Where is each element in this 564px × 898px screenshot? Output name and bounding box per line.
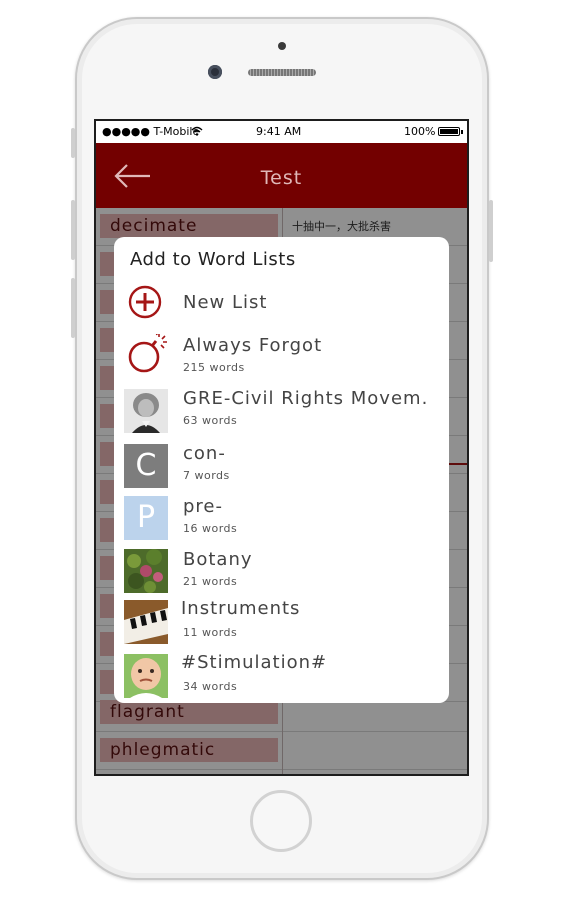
list-item-con[interactable]: C con- 7 words (114, 442, 449, 490)
battery-icon (438, 127, 460, 136)
page-title: Test (260, 167, 303, 189)
nav-bar: Test (96, 143, 467, 208)
proximity-sensor (278, 42, 286, 50)
letter-p-thumbnail: P (124, 496, 168, 540)
volume-up-button (71, 200, 75, 260)
mute-switch (71, 128, 75, 158)
list-name: Botany (183, 549, 253, 570)
list-word-count: 21 words (183, 575, 238, 588)
battery-percent: 100% (404, 125, 436, 138)
list-item-botany[interactable]: Botany 21 words (114, 548, 449, 596)
list-word-count: 63 words (183, 414, 238, 427)
battery-tip (461, 130, 463, 134)
list-word-count: 34 words (183, 680, 238, 693)
volume-down-button (71, 278, 75, 338)
power-button (489, 200, 493, 262)
new-list-label: New List (183, 292, 268, 313)
piano-thumbnail (124, 600, 168, 644)
list-name: Instruments (181, 598, 301, 619)
list-item-pre[interactable]: P pre- 16 words (114, 495, 449, 543)
list-item-stimulation[interactable]: #Stimulation# 34 words (114, 652, 449, 701)
list-word-count: 16 words (183, 522, 238, 535)
home-button[interactable] (250, 790, 312, 852)
botany-thumbnail (124, 549, 168, 593)
portrait-thumbnail (124, 389, 168, 433)
baby-thumbnail (124, 654, 168, 698)
list-word-count: 7 words (183, 469, 230, 482)
status-bar: ●●●●● T-Mobile 9:41 AM 100% (96, 121, 467, 143)
new-list-button[interactable]: New List (114, 283, 449, 323)
letter-c-thumbnail: C (124, 444, 168, 488)
list-name: GRE-Civil Rights Movem. (183, 388, 429, 409)
list-name: Always Forgot (183, 335, 323, 356)
list-item-instruments[interactable]: Instruments 11 words (114, 598, 449, 648)
list-name: con- (183, 443, 226, 464)
list-item-gre-civil-rights[interactable]: GRE-Civil Rights Movem. 63 words (114, 387, 449, 435)
earpiece-speaker (248, 69, 316, 76)
add-to-word-lists-dialog: Add to Word Lists New List Always Forgot… (114, 237, 449, 703)
clock: 9:41 AM (256, 125, 302, 138)
list-word-count: 11 words (183, 626, 238, 639)
list-name: #Stimulation# (181, 652, 328, 673)
carrier-label: ●●●●● T-Mobile (102, 125, 200, 138)
wifi-icon (191, 126, 203, 136)
add-circle-icon (128, 285, 162, 319)
list-item-always-forgot[interactable]: Always Forgot 215 words (114, 334, 449, 382)
dialog-title: Add to Word Lists (130, 249, 296, 270)
front-camera (208, 65, 222, 79)
list-name: pre- (183, 496, 223, 517)
list-word-count: 215 words (183, 361, 245, 374)
bomb-icon (128, 334, 167, 373)
